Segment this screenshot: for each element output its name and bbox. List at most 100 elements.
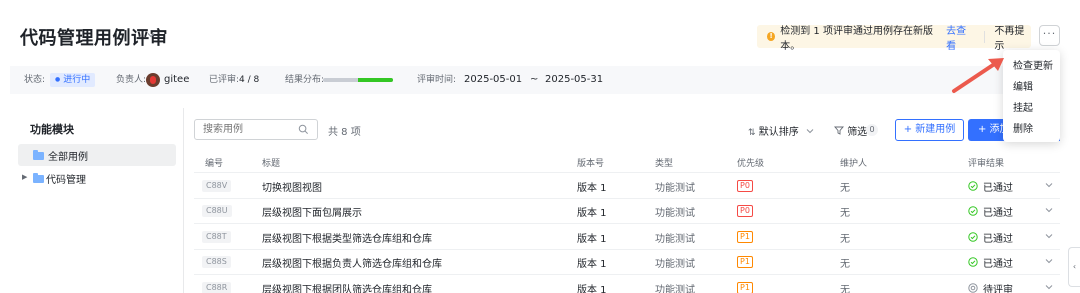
case-type: 功能测试 <box>655 259 695 270</box>
case-id: C88V <box>202 180 232 192</box>
column-header-maintainer: 维护人 <box>840 159 868 169</box>
case-type: 功能测试 <box>655 183 695 194</box>
passed-fill <box>358 78 393 82</box>
time-separator: ~ <box>530 74 539 85</box>
case-version: 版本 1 <box>577 234 607 245</box>
case-type: 功能测试 <box>655 234 695 245</box>
filter-count-badge: 0 <box>866 124 878 136</box>
case-maintainer: 无 <box>840 208 850 219</box>
time-label: 评审时间: <box>417 75 457 85</box>
sort-label: 默认排序 <box>758 127 799 138</box>
chevron-down-icon[interactable] <box>1044 205 1054 215</box>
notice-view-link[interactable]: 去查看 <box>946 22 973 52</box>
status-label: 状态: <box>24 75 46 85</box>
module-panel-title: 功能模块 <box>30 123 74 136</box>
review-result: 已通过 <box>983 234 1013 245</box>
case-title[interactable]: 层级视图下根据负责人筛选仓库组和仓库 <box>262 255 442 270</box>
column-header-version: 版本号 <box>577 159 605 169</box>
folder-icon <box>33 173 44 183</box>
chevron-down-icon <box>806 129 814 134</box>
row-divider <box>194 274 1060 275</box>
check-circle-icon <box>968 257 978 267</box>
tree-item-label: 代码管理 <box>46 175 86 186</box>
check-circle-icon <box>968 181 978 191</box>
notice-dismiss-button[interactable]: 不再提示 <box>994 22 1031 52</box>
column-header-type: 类型 <box>655 159 674 169</box>
priority-badge: P1 <box>737 231 753 243</box>
owner-label: 负责人: <box>116 75 147 85</box>
case-id: C88R <box>202 282 232 293</box>
new-case-button[interactable]: + 新建用例 <box>895 119 964 141</box>
tree-item-all-cases[interactable]: 全部用例 <box>18 144 176 166</box>
warning-icon: ! <box>767 32 776 41</box>
case-version: 版本 1 <box>577 208 607 219</box>
more-options-button[interactable]: ··· <box>1039 25 1060 46</box>
case-maintainer: 无 <box>840 259 850 270</box>
case-title[interactable]: 层级视图下面包屑展示 <box>262 204 362 219</box>
review-result: 已通过 <box>983 183 1013 194</box>
panel-divider <box>183 108 184 293</box>
more-options-menu: 检查更新 编辑 挂起 删除 <box>1003 50 1060 142</box>
table-row[interactable] <box>194 174 1060 198</box>
time-end: 2025-05-31 <box>545 74 604 85</box>
case-version: 版本 1 <box>577 259 607 270</box>
tree-item-code-management[interactable]: 代码管理 <box>18 168 176 188</box>
filter-label: 筛选 <box>847 127 868 138</box>
column-header-title: 标题 <box>262 159 281 169</box>
case-type: 功能测试 <box>655 208 695 219</box>
column-header-result: 评审结果 <box>968 159 1005 169</box>
column-header-id: 编号 <box>205 159 224 169</box>
case-version: 版本 1 <box>577 285 607 293</box>
collapse-side-tab[interactable]: ‹ <box>1068 247 1080 287</box>
review-result: 已通过 <box>983 208 1013 219</box>
case-title[interactable]: 切换视图视图 <box>262 179 322 194</box>
notice-text: 检测到 1 项评审通过用例存在新版本。 <box>780 25 933 52</box>
case-id: C88U <box>202 205 232 217</box>
check-circle-icon <box>968 232 978 242</box>
update-notice: ! 检测到 1 项评审通过用例存在新版本。 去查看 不再提示 <box>757 25 1031 52</box>
table-divider <box>194 172 1060 173</box>
chevron-down-icon[interactable] <box>1044 180 1054 190</box>
menu-item-delete[interactable]: 删除 <box>1003 119 1060 140</box>
column-header-priority: 优先级 <box>737 159 765 169</box>
chevron-down-icon[interactable] <box>1044 231 1054 241</box>
sort-dropdown[interactable]: ⇅ 默认排序 <box>748 123 815 138</box>
priority-badge: P1 <box>737 282 753 293</box>
status-badge: 进行中 <box>50 73 96 87</box>
case-version: 版本 1 <box>577 183 607 194</box>
case-title[interactable]: 层级视图下根据类型筛选仓库组和仓库 <box>262 230 432 245</box>
annotation-arrow-icon <box>952 58 1004 93</box>
tree-item-label: 全部用例 <box>48 152 88 163</box>
filter-button[interactable]: 筛选 <box>834 123 867 138</box>
case-maintainer: 无 <box>840 183 850 194</box>
avatar <box>146 73 160 87</box>
case-maintainer: 无 <box>840 234 850 245</box>
chevron-down-icon[interactable] <box>146 30 156 40</box>
reviewed-value: 4 / 8 <box>239 75 260 85</box>
distribution-label: 结果分布: <box>285 75 325 85</box>
menu-item-check-update[interactable]: 检查更新 <box>1003 56 1060 77</box>
priority-badge: P0 <box>737 180 753 192</box>
result-distribution-bar <box>323 78 393 82</box>
chevron-down-icon[interactable] <box>1044 256 1054 266</box>
filter-icon <box>834 126 844 135</box>
pending-circle-icon <box>968 283 978 293</box>
review-result: 已通过 <box>983 259 1013 270</box>
reviewed-label: 已评审: <box>209 75 240 85</box>
sort-icon: ⇅ <box>748 128 756 138</box>
chevron-down-icon[interactable] <box>1044 282 1054 292</box>
case-type: 功能测试 <box>655 285 695 293</box>
case-id: C88T <box>202 231 231 243</box>
menu-item-suspend[interactable]: 挂起 <box>1003 98 1060 119</box>
search-icon[interactable] <box>298 124 309 135</box>
check-circle-icon <box>968 206 978 216</box>
review-result: 待评审 <box>983 285 1013 293</box>
case-title[interactable]: 层级视图下根据团队筛选仓库组和仓库 <box>262 281 432 293</box>
menu-item-edit[interactable]: 编辑 <box>1003 77 1060 98</box>
owner-name: gitee <box>164 74 190 85</box>
folder-icon <box>33 150 44 160</box>
time-start: 2025-05-01 <box>464 74 523 85</box>
review-meta-bar: 状态: 进行中 负责人: gitee 已评审: 4 / 8 结果分布: 评审时间… <box>10 66 1050 94</box>
priority-badge: P0 <box>737 205 753 217</box>
case-id: C88S <box>202 256 231 268</box>
